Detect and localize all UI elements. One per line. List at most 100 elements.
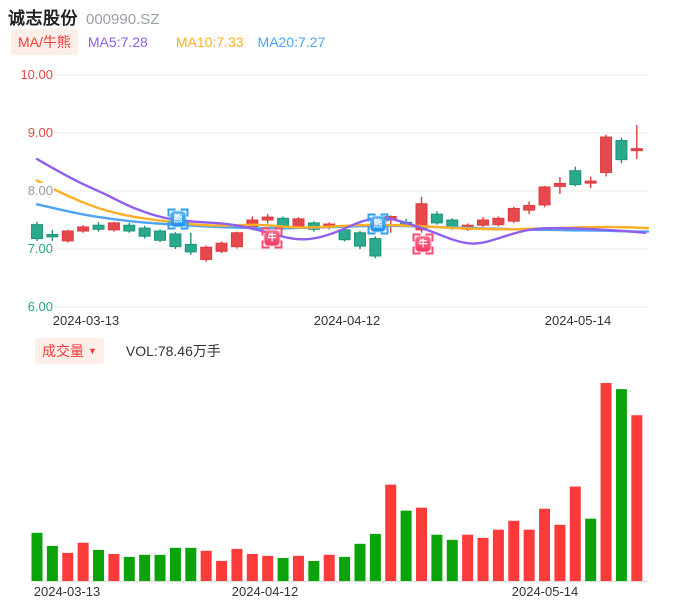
volume-bar (185, 547, 197, 581)
volume-bar (631, 415, 643, 581)
candle-body (92, 224, 105, 230)
candle-body (615, 140, 628, 161)
candle-body (138, 227, 151, 237)
date-tick: 2024-05-14 (544, 313, 612, 328)
candle-body (123, 224, 136, 232)
bear-signal-badge: 熊 (367, 213, 389, 235)
candle-body (261, 216, 274, 221)
stock-title: 诚志股份 (8, 9, 78, 28)
volume-bar (31, 532, 43, 581)
candle-body (584, 180, 597, 184)
indicator-legend: MA/牛熊 MA5:7.28 MA10:7.33 MA20:7.27 (11, 29, 326, 55)
volume-bar (139, 554, 151, 581)
volume-bar (385, 484, 397, 581)
candle-body (61, 230, 74, 242)
candle-body (369, 238, 382, 257)
volume-header: 成交量 ▼ VOL:78.46万手 (35, 338, 221, 364)
price-axis-label: 8.00 (2, 183, 54, 199)
price-date-axis: 2024-03-13 2024-04-12 2024-05-14 (0, 313, 686, 331)
candle-body (630, 148, 643, 152)
candlestick-chart (31, 74, 650, 308)
signal-glyph: 熊 (170, 211, 186, 227)
volume-bar (615, 389, 627, 581)
volume-bar (431, 534, 443, 581)
price-axis-label: 9.00 (2, 125, 54, 141)
candle-body (292, 218, 305, 228)
ma10-value: MA10:7.33 (175, 34, 244, 50)
date-tick: 2024-03-13 (52, 313, 120, 328)
candle-body (200, 246, 213, 260)
price-chart-pane[interactable]: 10.00 9.00 8.00 7.00 6.00 熊牛熊牛 (0, 56, 686, 315)
volume-bar (308, 560, 320, 581)
candle-body (215, 242, 228, 252)
volume-bar (200, 550, 212, 581)
volume-bar (262, 555, 274, 581)
date-tick: 2024-03-13 (33, 584, 101, 599)
volume-bar (216, 560, 228, 581)
candle-body (600, 136, 613, 173)
price-axis-label: 10.00 (2, 67, 54, 83)
volume-bar (523, 529, 535, 581)
bull-signal-badge: 牛 (261, 227, 283, 249)
volume-bar (77, 542, 89, 581)
signal-glyph: 牛 (415, 236, 431, 252)
volume-bar (569, 486, 581, 581)
volume-bar (93, 549, 105, 581)
candle-body (169, 233, 182, 248)
volume-bar (369, 533, 381, 581)
volume-bar (446, 539, 458, 581)
bull-signal-badge: 牛 (412, 233, 434, 255)
volume-date-axis: 2024-03-13 2024-04-12 2024-05-14 (0, 584, 686, 602)
volume-bar (508, 520, 520, 581)
volume-bar (462, 534, 474, 581)
volume-bar (492, 529, 504, 581)
date-tick: 2024-04-12 (231, 584, 299, 599)
candle-body (569, 170, 582, 186)
tab-ma-bullbear[interactable]: MA/牛熊 (11, 29, 78, 55)
price-axis-label: 7.00 (2, 241, 54, 257)
volume-bar (323, 554, 335, 581)
date-tick: 2024-05-14 (511, 584, 579, 599)
candle-body (492, 217, 505, 226)
volume-value: VOL:78.46万手 (125, 343, 221, 359)
ma20-value: MA20:7.27 (257, 34, 326, 50)
volume-bar (554, 524, 566, 581)
volume-bar (123, 556, 135, 581)
candle-body (230, 232, 243, 248)
signal-glyph: 牛 (264, 230, 280, 246)
volume-chart-pane[interactable] (0, 376, 686, 582)
volume-bar (477, 537, 489, 581)
volume-bar (231, 548, 243, 581)
candle-body (523, 205, 536, 211)
stock-header: 诚志股份 000990.SZ (8, 4, 159, 30)
volume-bar (62, 552, 74, 581)
signal-glyph: 熊 (370, 216, 386, 232)
candle-body (353, 232, 366, 247)
volume-bar (246, 553, 258, 581)
dropdown-caret-icon: ▼ (88, 346, 97, 356)
volume-bar (416, 507, 427, 581)
candle-body (46, 234, 59, 238)
candle-body (430, 213, 443, 224)
volume-bar (154, 554, 166, 581)
candle-body (184, 243, 197, 253)
volume-chart (31, 383, 648, 582)
candle-body (507, 207, 520, 222)
candle-body (77, 226, 90, 232)
volume-bar (354, 543, 366, 581)
volume-bar (46, 545, 58, 581)
bear-signal-badge: 熊 (167, 208, 189, 230)
stock-code: 000990.SZ (86, 11, 160, 28)
volume-bar (169, 547, 181, 581)
tab-volume[interactable]: 成交量 ▼ (35, 338, 104, 364)
volume-bar (600, 383, 612, 581)
candle-body (31, 224, 43, 240)
volume-bar (585, 518, 597, 581)
candle-body (107, 222, 120, 231)
volume-bar (400, 510, 412, 581)
candle-body (154, 230, 167, 241)
volume-bar (539, 508, 551, 581)
volume-tab-label: 成交量 (42, 343, 84, 359)
volume-bar (277, 557, 289, 581)
date-tick: 2024-04-12 (313, 313, 381, 328)
